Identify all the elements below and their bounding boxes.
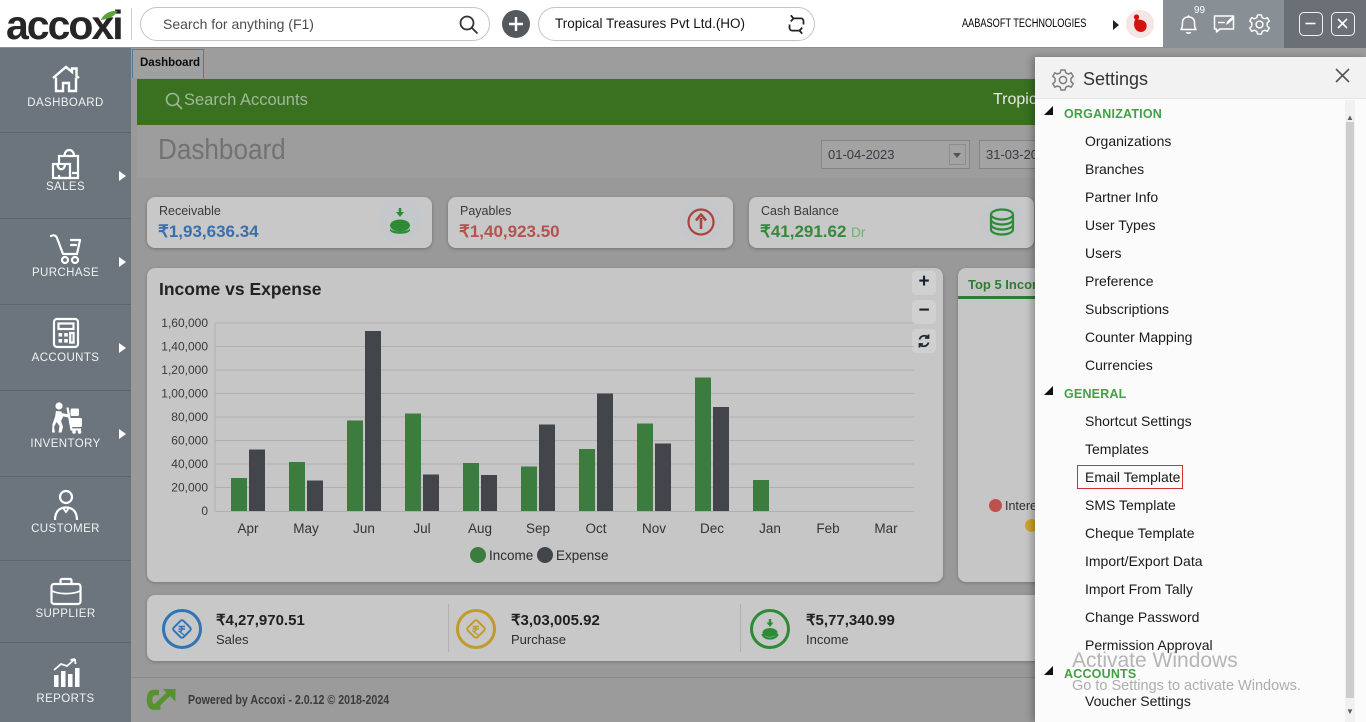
svg-text:Mar: Mar bbox=[874, 521, 898, 536]
svg-text:Aug: Aug bbox=[468, 521, 492, 536]
svg-text:20,000: 20,000 bbox=[171, 481, 208, 495]
svg-text:1,40,000: 1,40,000 bbox=[161, 340, 208, 354]
svg-text:Jul: Jul bbox=[413, 521, 430, 536]
svg-text:May: May bbox=[293, 521, 319, 536]
svg-text:1,20,000: 1,20,000 bbox=[161, 363, 208, 377]
svg-text:Nov: Nov bbox=[642, 521, 666, 536]
svg-text:Expense: Expense bbox=[556, 548, 609, 563]
svg-text:Income: Income bbox=[489, 548, 533, 563]
svg-text:Feb: Feb bbox=[816, 521, 839, 536]
svg-text:Jun: Jun bbox=[353, 521, 375, 536]
svg-text:0: 0 bbox=[201, 504, 208, 518]
svg-text:80,000: 80,000 bbox=[171, 410, 208, 424]
svg-text:Dec: Dec bbox=[700, 521, 724, 536]
svg-text:Apr: Apr bbox=[237, 521, 259, 536]
svg-text:40,000: 40,000 bbox=[171, 457, 208, 471]
svg-text:Sep: Sep bbox=[526, 521, 550, 536]
svg-text:1,00,000: 1,00,000 bbox=[161, 387, 208, 401]
svg-text:1,60,000: 1,60,000 bbox=[161, 316, 208, 330]
svg-text:60,000: 60,000 bbox=[171, 434, 208, 448]
svg-text:Oct: Oct bbox=[585, 521, 606, 536]
svg-text:Jan: Jan bbox=[759, 521, 781, 536]
